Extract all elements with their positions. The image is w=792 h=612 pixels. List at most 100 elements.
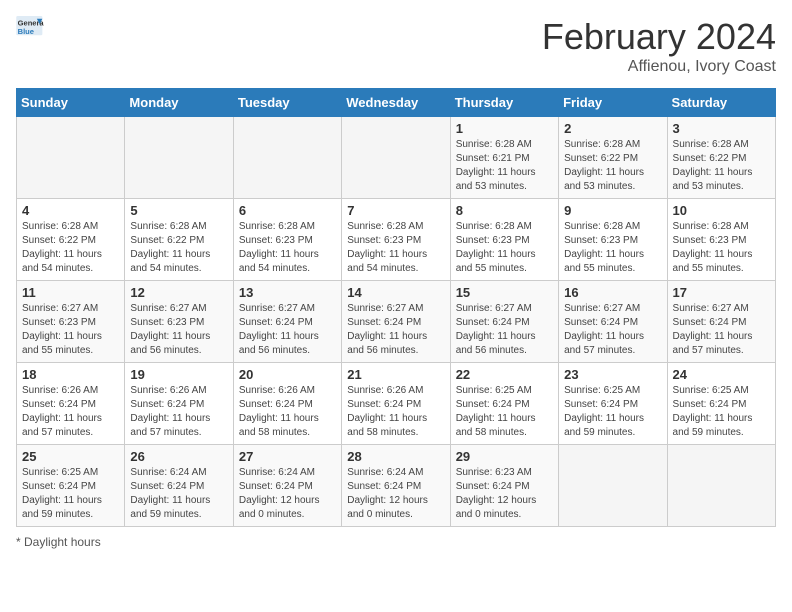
- calendar-cell: 5Sunrise: 6:28 AMSunset: 6:22 PMDaylight…: [125, 199, 233, 281]
- day-info: Sunrise: 6:27 AMSunset: 6:23 PMDaylight:…: [130, 302, 227, 358]
- day-number: 21: [347, 367, 444, 382]
- calendar-cell: 17 Sunrise: 6:27 AMSunset: 6:24 PMDayligh…: [667, 281, 775, 363]
- day-number: 11: [22, 285, 119, 300]
- day-number: 27: [239, 449, 336, 464]
- header-sunday: Sunday: [17, 89, 125, 117]
- day-info: Sunrise: 6:27 AMSunset: 6:24 PMDaylight:…: [456, 302, 553, 358]
- day-info: Sunrise: 6:28 AMSunset: 6:23 PMDaylight:…: [347, 220, 444, 276]
- calendar-cell: [125, 117, 233, 199]
- day-number: 24: [673, 367, 770, 382]
- logo: General Blue: [16, 16, 44, 38]
- header-friday: Friday: [559, 89, 667, 117]
- calendar-cell: [233, 117, 341, 199]
- svg-text:Blue: Blue: [18, 27, 34, 36]
- calendar-cell: 28Sunrise: 6:24 AMSunset: 6:24 PMDayligh…: [342, 445, 450, 527]
- day-info: Sunrise: 6:28 AMSunset: 6:23 PMDaylight:…: [673, 220, 770, 276]
- calendar-cell: 3Sunrise: 6:28 AMSunset: 6:22 PMDaylight…: [667, 117, 775, 199]
- calendar-cell: 11 Sunrise: 6:27 AMSunset: 6:23 PMDayligh…: [17, 281, 125, 363]
- header-saturday: Saturday: [667, 89, 775, 117]
- calendar-cell: 18 Sunrise: 6:26 AMSunset: 6:24 PMDayligh…: [17, 363, 125, 445]
- day-number: 8: [456, 203, 553, 218]
- day-number: 14: [347, 285, 444, 300]
- day-number: 6: [239, 203, 336, 218]
- day-number: 19: [130, 367, 227, 382]
- calendar-week-4: 18 Sunrise: 6:26 AMSunset: 6:24 PMDayligh…: [17, 363, 776, 445]
- day-number: 23: [564, 367, 661, 382]
- calendar-cell: 7 Sunrise: 6:28 AMSunset: 6:23 PMDaylight…: [342, 199, 450, 281]
- day-info: Sunrise: 6:27 AMSunset: 6:24 PMDaylight:…: [239, 302, 336, 358]
- calendar-cell: 25 Sunrise: 6:25 AMSunset: 6:24 PMDayligh…: [17, 445, 125, 527]
- day-info: Sunrise: 6:26 AMSunset: 6:24 PMDaylight:…: [130, 384, 227, 440]
- day-number: 13: [239, 285, 336, 300]
- header-tuesday: Tuesday: [233, 89, 341, 117]
- day-number: 22: [456, 367, 553, 382]
- day-info: Sunrise: 6:24 AMSunset: 6:24 PMDaylight:…: [239, 466, 336, 522]
- day-info: Sunrise: 6:26 AMSunset: 6:24 PMDaylight:…: [22, 384, 119, 440]
- calendar-week-3: 11 Sunrise: 6:27 AMSunset: 6:23 PMDayligh…: [17, 281, 776, 363]
- calendar-body: 1 Sunrise: 6:28 AMSunset: 6:21 PMDaylight…: [17, 117, 776, 527]
- header-thursday: Thursday: [450, 89, 558, 117]
- calendar-cell: 29 Sunrise: 6:23 AMSunset: 6:24 PMDayligh…: [450, 445, 558, 527]
- calendar-cell: 16 Sunrise: 6:27 AMSunset: 6:24 PMDayligh…: [559, 281, 667, 363]
- day-info: Sunrise: 6:24 AMSunset: 6:24 PMDaylight:…: [130, 466, 227, 522]
- day-info: Sunrise: 6:28 AMSunset: 6:21 PMDaylight:…: [456, 138, 553, 194]
- day-number: 9: [564, 203, 661, 218]
- day-info: Sunrise: 6:25 AMSunset: 6:24 PMDaylight:…: [456, 384, 553, 440]
- calendar-cell: 22 Sunrise: 6:25 AMSunset: 6:24 PMDayligh…: [450, 363, 558, 445]
- calendar-cell: 10 Sunrise: 6:28 AMSunset: 6:23 PMDayligh…: [667, 199, 775, 281]
- day-number: 5: [130, 203, 227, 218]
- day-number: 12: [130, 285, 227, 300]
- calendar-week-5: 25 Sunrise: 6:25 AMSunset: 6:24 PMDayligh…: [17, 445, 776, 527]
- calendar-cell: 15 Sunrise: 6:27 AMSunset: 6:24 PMDayligh…: [450, 281, 558, 363]
- logo-icon: General Blue: [16, 16, 44, 38]
- day-info: Sunrise: 6:27 AMSunset: 6:24 PMDaylight:…: [673, 302, 770, 358]
- day-number: 26: [130, 449, 227, 464]
- header: General Blue February 2024 Affienou, Ivo…: [16, 16, 776, 76]
- footer-note: * Daylight hours: [16, 535, 776, 549]
- calendar-week-1: 1 Sunrise: 6:28 AMSunset: 6:21 PMDaylight…: [17, 117, 776, 199]
- day-number: 1: [456, 121, 553, 136]
- day-info: Sunrise: 6:28 AMSunset: 6:22 PMDaylight:…: [22, 220, 119, 276]
- day-info: Sunrise: 6:27 AMSunset: 6:23 PMDaylight:…: [22, 302, 119, 358]
- calendar-cell: 24Sunrise: 6:25 AMSunset: 6:24 PMDayligh…: [667, 363, 775, 445]
- calendar-cell: 2 Sunrise: 6:28 AMSunset: 6:22 PMDaylight…: [559, 117, 667, 199]
- day-number: 29: [456, 449, 553, 464]
- day-number: 25: [22, 449, 119, 464]
- calendar-cell: [667, 445, 775, 527]
- header-monday: Monday: [125, 89, 233, 117]
- day-number: 10: [673, 203, 770, 218]
- day-number: 16: [564, 285, 661, 300]
- title-area: February 2024 Affienou, Ivory Coast: [542, 16, 776, 76]
- calendar-week-2: 4 Sunrise: 6:28 AMSunset: 6:22 PMDaylight…: [17, 199, 776, 281]
- calendar-cell: 1 Sunrise: 6:28 AMSunset: 6:21 PMDaylight…: [450, 117, 558, 199]
- day-info: Sunrise: 6:26 AMSunset: 6:24 PMDaylight:…: [239, 384, 336, 440]
- day-info: Sunrise: 6:27 AMSunset: 6:24 PMDaylight:…: [564, 302, 661, 358]
- calendar-cell: 27 Sunrise: 6:24 AMSunset: 6:24 PMDayligh…: [233, 445, 341, 527]
- day-number: 15: [456, 285, 553, 300]
- day-info: Sunrise: 6:23 AMSunset: 6:24 PMDaylight:…: [456, 466, 553, 522]
- day-number: 28: [347, 449, 444, 464]
- calendar-cell: [342, 117, 450, 199]
- day-info: Sunrise: 6:28 AMSunset: 6:22 PMDaylight:…: [673, 138, 770, 194]
- day-number: 7: [347, 203, 444, 218]
- calendar-cell: 19 Sunrise: 6:26 AMSunset: 6:24 PMDayligh…: [125, 363, 233, 445]
- calendar-cell: 26 Sunrise: 6:24 AMSunset: 6:24 PMDayligh…: [125, 445, 233, 527]
- calendar-subtitle: Affienou, Ivory Coast: [542, 58, 776, 76]
- calendar-cell: 4 Sunrise: 6:28 AMSunset: 6:22 PMDaylight…: [17, 199, 125, 281]
- calendar-cell: 8Sunrise: 6:28 AMSunset: 6:23 PMDaylight…: [450, 199, 558, 281]
- calendar-cell: 13 Sunrise: 6:27 AMSunset: 6:24 PMDayligh…: [233, 281, 341, 363]
- day-number: 18: [22, 367, 119, 382]
- day-number: 20: [239, 367, 336, 382]
- calendar-cell: 20 Sunrise: 6:26 AMSunset: 6:24 PMDayligh…: [233, 363, 341, 445]
- day-info: Sunrise: 6:28 AMSunset: 6:22 PMDaylight:…: [564, 138, 661, 194]
- day-number: 2: [564, 121, 661, 136]
- calendar-cell: 23 Sunrise: 6:25 AMSunset: 6:24 PMDayligh…: [559, 363, 667, 445]
- day-info: Sunrise: 6:25 AMSunset: 6:24 PMDaylight:…: [564, 384, 661, 440]
- day-info: Sunrise: 6:28 AMSunset: 6:23 PMDaylight:…: [564, 220, 661, 276]
- day-number: 4: [22, 203, 119, 218]
- calendar-cell: 14 Sunrise: 6:27 AMSunset: 6:24 PMDayligh…: [342, 281, 450, 363]
- day-number: 17: [673, 285, 770, 300]
- day-info: Sunrise: 6:27 AMSunset: 6:24 PMDaylight:…: [347, 302, 444, 358]
- calendar-cell: [559, 445, 667, 527]
- day-info: Sunrise: 6:25 AMSunset: 6:24 PMDaylight:…: [22, 466, 119, 522]
